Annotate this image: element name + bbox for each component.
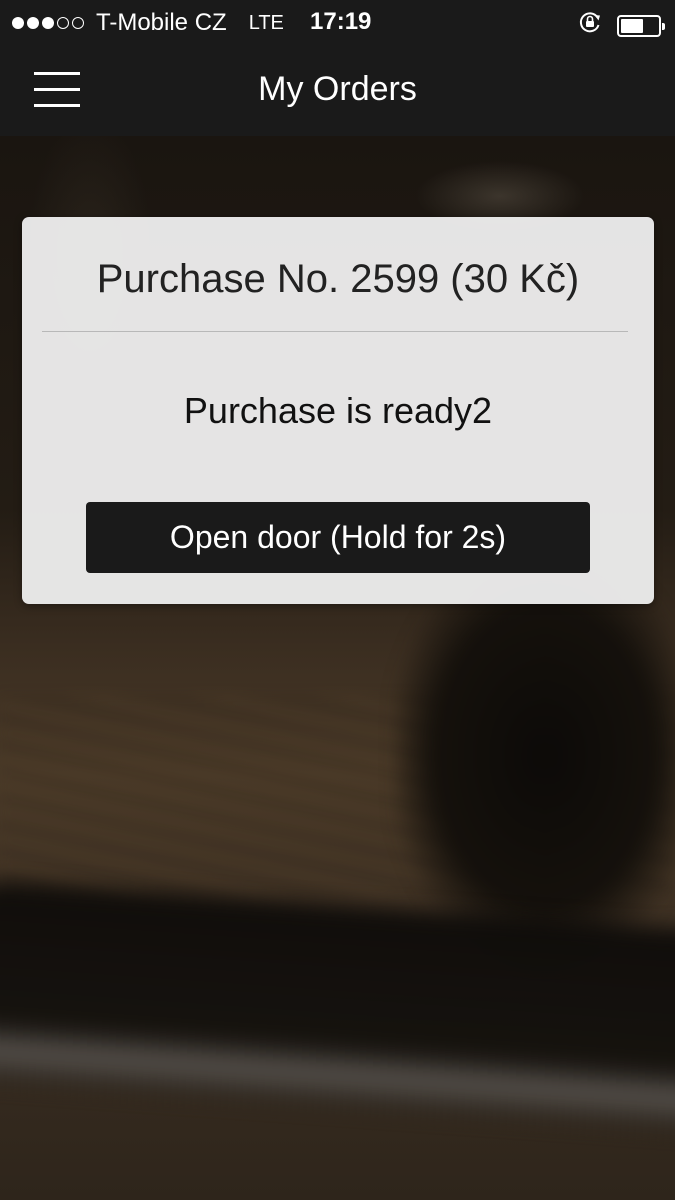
page-title: My Orders	[258, 70, 417, 108]
signal-dot-filled	[12, 17, 24, 29]
battery-icon	[617, 14, 665, 37]
rotation-lock-icon	[577, 9, 603, 42]
signal-dot-empty	[57, 17, 69, 29]
status-bar: T-Mobile CZ LTE 17:19	[0, 0, 675, 46]
status-time: 17:19	[310, 8, 372, 35]
navigation-bar: My Orders	[0, 46, 675, 136]
battery-level-fill	[621, 18, 643, 33]
carrier-name: T-Mobile CZ	[96, 9, 227, 36]
signal-dot-filled	[27, 17, 39, 29]
open-door-button[interactable]: Open door (Hold for 2s)	[86, 502, 590, 573]
network-type: LTE	[248, 11, 284, 34]
order-status-text: Purchase is ready2	[183, 390, 493, 431]
signal-dot-filled	[42, 17, 54, 29]
signal-strength-icon	[12, 17, 84, 29]
status-bar-right	[577, 9, 665, 42]
status-bar-left: T-Mobile CZ LTE	[12, 8, 284, 38]
signal-dot-empty	[72, 17, 84, 29]
order-card: Purchase No. 2599 (30 Kč) Purchase is re…	[22, 217, 654, 604]
card-divider	[42, 331, 628, 332]
app-screen: T-Mobile CZ LTE 17:19 My Orders Purchase…	[0, 0, 675, 1200]
order-title: Purchase No. 2599 (30 Kč)	[96, 257, 580, 301]
battery-nub	[662, 22, 665, 30]
